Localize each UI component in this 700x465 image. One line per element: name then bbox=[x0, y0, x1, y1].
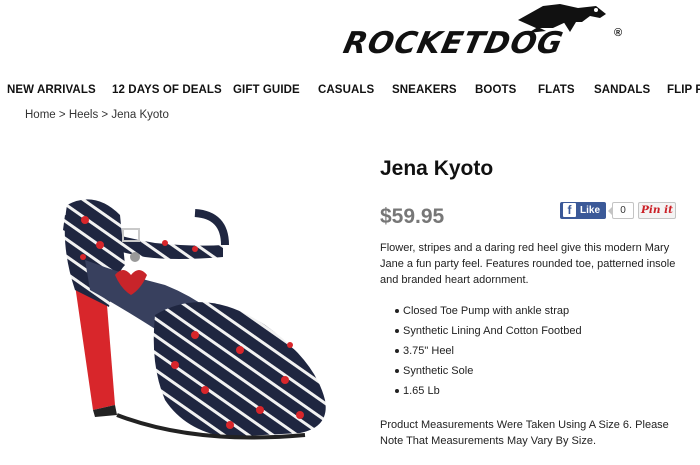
measurement-note: Product Measurements Were Taken Using A … bbox=[380, 419, 669, 447]
nav-new-arrivals[interactable]: NEW ARRIVALS bbox=[7, 84, 96, 96]
breadcrumb-heels[interactable]: Heels bbox=[69, 109, 98, 121]
list-item: Synthetic Lining And Cotton Footbed bbox=[380, 323, 582, 343]
product-image[interactable] bbox=[45, 165, 355, 455]
nav-boots[interactable]: BOOTS bbox=[475, 84, 516, 96]
brand-wordmark: ROCKETDOG bbox=[340, 26, 567, 61]
breadcrumb-current: Jena Kyoto bbox=[111, 109, 169, 121]
list-item: 1.65 Lb bbox=[380, 383, 582, 403]
product-title: Jena Kyoto bbox=[380, 157, 494, 180]
breadcrumb: Home > Heels > Jena Kyoto bbox=[25, 109, 169, 121]
feature-list: Closed Toe Pump with ankle strap Synthet… bbox=[380, 303, 582, 403]
breadcrumb-separator: > bbox=[101, 109, 109, 121]
nav-gift-guide[interactable]: GIFT GUIDE bbox=[233, 84, 300, 96]
nav-sandals[interactable]: SANDALS bbox=[594, 84, 650, 96]
nav-flip-flops[interactable]: FLIP F bbox=[667, 84, 700, 96]
product-price: $59.95 bbox=[380, 205, 445, 228]
nav-casuals[interactable]: CASUALS bbox=[318, 84, 374, 96]
registered-mark: ® bbox=[614, 27, 623, 39]
list-item: Synthetic Sole bbox=[380, 363, 582, 383]
like-count: 0 bbox=[608, 202, 634, 219]
like-label: Like bbox=[580, 205, 601, 216]
list-item: Closed Toe Pump with ankle strap bbox=[380, 303, 582, 323]
nav-flats[interactable]: FLATS bbox=[538, 84, 575, 96]
nav-sneakers[interactable]: SNEAKERS bbox=[392, 84, 457, 96]
facebook-like-button[interactable]: f Like bbox=[560, 202, 606, 219]
breadcrumb-home[interactable]: Home bbox=[25, 109, 56, 121]
breadcrumb-separator: > bbox=[58, 109, 66, 121]
facebook-icon: f bbox=[563, 203, 576, 217]
brand-logo[interactable]: ROCKETDOG ® bbox=[338, 0, 638, 66]
pinterest-pin-button[interactable]: Pin it bbox=[638, 202, 676, 219]
main-nav: NEW ARRIVALS 12 DAYS OF DEALS GIFT GUIDE… bbox=[0, 82, 700, 100]
nav-12-days-of-deals[interactable]: 12 DAYS OF DEALS bbox=[112, 84, 222, 96]
shoe-photo-icon bbox=[63, 199, 326, 440]
product-description: Flower, stripes and a daring red heel gi… bbox=[380, 242, 676, 286]
list-item: 3.75" Heel bbox=[380, 343, 582, 363]
